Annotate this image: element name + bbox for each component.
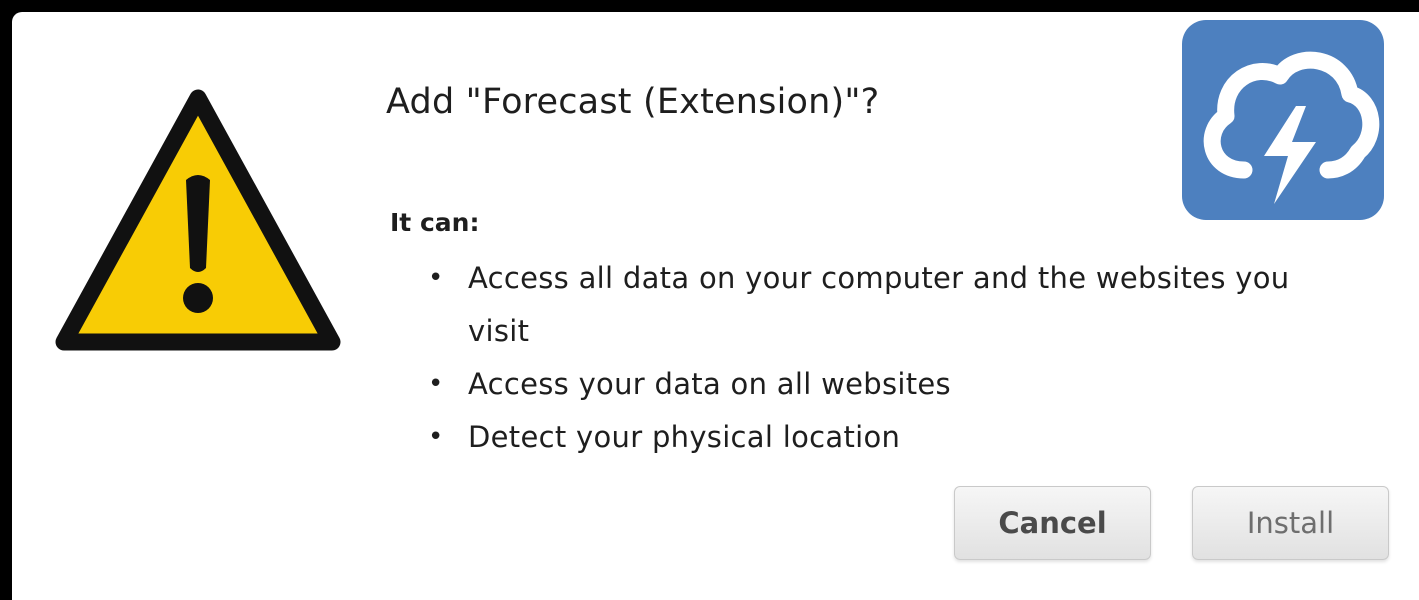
warning-triangle-icon [50, 84, 346, 368]
cloud-lightning-icon [1182, 20, 1384, 220]
permission-text: Access your data on all websites [468, 367, 951, 401]
permission-text: Access all data on your computer and the… [468, 261, 1290, 348]
permissions-heading: It can: [390, 208, 480, 237]
bullet: • [428, 263, 444, 293]
permission-item: • Access all data on your computer and t… [424, 252, 1324, 358]
extension-install-dialog: Add "Forecast (Extension)"? It can: • Ac… [12, 12, 1419, 600]
permission-item: • Detect your physical location [424, 411, 1324, 464]
install-button[interactable]: Install [1192, 486, 1389, 560]
permission-text: Detect your physical location [468, 420, 901, 454]
dialog-title: Add "Forecast (Extension)"? [386, 82, 880, 122]
permission-item: • Access your data on all websites [424, 358, 1324, 411]
cancel-button[interactable]: Cancel [954, 486, 1151, 560]
permissions-list: • Access all data on your computer and t… [424, 252, 1324, 464]
bullet: • [428, 369, 444, 399]
bullet: • [428, 422, 444, 452]
